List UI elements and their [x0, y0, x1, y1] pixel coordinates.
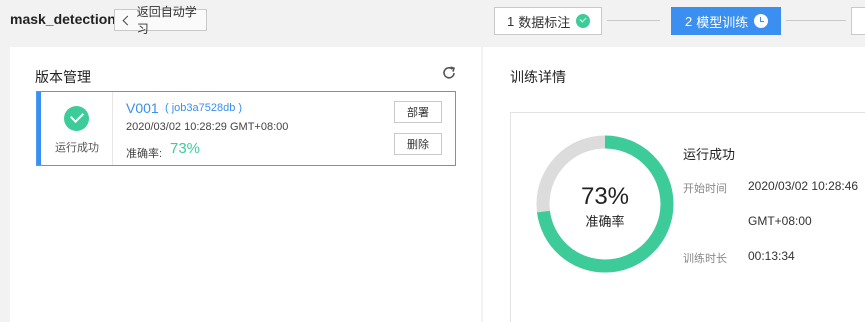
app-title: mask_detection	[10, 11, 116, 27]
check-circle-icon	[64, 106, 89, 131]
step-number: 1	[507, 13, 515, 29]
donut-label: 准确率	[585, 214, 625, 229]
start-time-value: 2020/03/02 10:28:46	[748, 179, 859, 193]
version-card[interactable]: 运行成功 V001 ( job3a7528db ) 2020/03/02 10:…	[36, 91, 456, 166]
accuracy-label: 准确率:	[126, 148, 163, 160]
step-data-annotation[interactable]: 1 数据标注	[494, 7, 602, 35]
refresh-icon[interactable]	[441, 65, 457, 81]
duration-key: 训练时长	[683, 253, 727, 265]
check-circle-icon	[576, 14, 591, 28]
step-model-training[interactable]: 2 模型训练	[671, 7, 781, 35]
step-connector	[786, 20, 846, 21]
clock-icon	[754, 14, 769, 28]
donut-percent: 73%	[580, 183, 630, 210]
version-name: V001	[126, 100, 159, 116]
status-label: 运行成功	[55, 142, 99, 154]
run-status: 运行成功	[683, 147, 736, 162]
version-status: 运行成功	[41, 92, 113, 165]
accuracy-value: 73%	[170, 140, 201, 157]
step-label: 模型训练	[696, 14, 749, 30]
step-label: 数据标注	[518, 14, 571, 30]
start-time-timezone: GMT+08:00	[748, 214, 812, 228]
deploy-button[interactable]: 部署	[394, 101, 442, 123]
version-timestamp: 2020/03/02 10:28:29 GMT+08:00	[126, 121, 289, 133]
delete-button[interactable]: 删除	[394, 133, 442, 155]
training-detail-title: 训练详情	[510, 69, 566, 85]
start-time-key: 开始时间	[683, 183, 727, 195]
back-button-label: 返回自动学习	[136, 5, 197, 36]
step-connector	[607, 20, 660, 21]
version-panel-title: 版本管理	[35, 69, 91, 85]
duration-value: 00:13:34	[748, 249, 795, 263]
version-panel: 版本管理 运行成功 V001 ( job3a7528db ) 2020/03/0…	[10, 47, 481, 322]
top-bar: mask_detection 返回自动学习 1 数据标注 2 模型训练	[0, 0, 865, 46]
step-number: 2	[685, 13, 693, 29]
back-button[interactable]: 返回自动学习	[114, 5, 207, 36]
chevron-left-icon	[122, 15, 133, 25]
step-next[interactable]	[851, 7, 865, 35]
training-detail-panel: 训练详情 73% 准确率 运行成功 开始时间 2020/03/02 10:28:…	[483, 47, 865, 322]
version-job-id: ( job3a7528db )	[165, 102, 243, 114]
